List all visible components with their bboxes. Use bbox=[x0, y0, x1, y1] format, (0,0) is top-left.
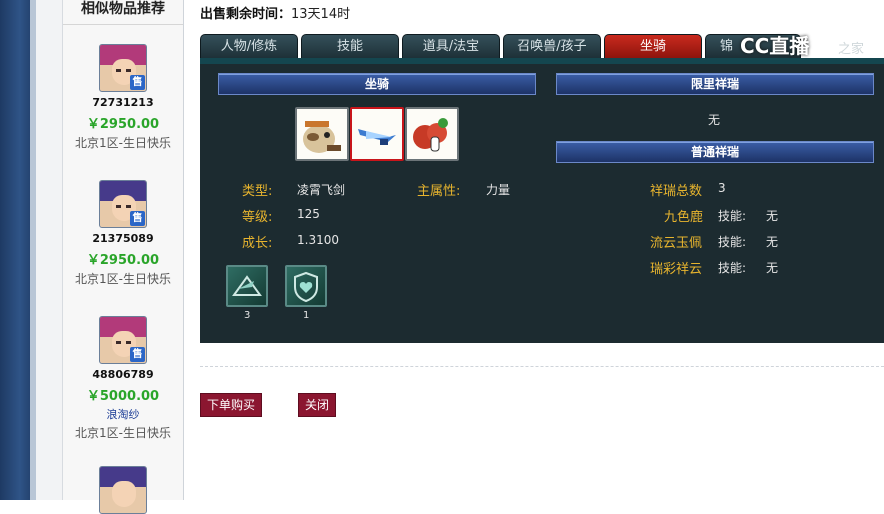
item-id: 72731213 bbox=[92, 96, 154, 109]
cc-live-watermark: CC直播 bbox=[740, 34, 810, 58]
list-item[interactable]: 售 21375089 ￥2950.00 北京1区-生日快乐 bbox=[63, 180, 183, 287]
sale-badge: 售 bbox=[130, 211, 145, 226]
item-price: ￥2950.00 bbox=[86, 253, 160, 268]
mount-slots bbox=[295, 107, 460, 161]
main-attr-label: 主属性: bbox=[417, 184, 461, 199]
type-label: 类型: bbox=[242, 184, 273, 199]
xiangrui-name: 九色鹿 bbox=[664, 210, 704, 225]
avatar[interactable]: 售 bbox=[99, 44, 147, 92]
sidebar-title: 相似物品推荐 bbox=[63, 0, 183, 25]
xiangrui-total-value: 3 bbox=[718, 181, 726, 195]
xiangrui-skill-value: 无 bbox=[766, 209, 779, 223]
skill-count: 1 bbox=[303, 310, 310, 321]
shield-arrow-icon bbox=[232, 275, 262, 296]
xiangrui-name: 瑞彩祥云 bbox=[650, 262, 703, 277]
item-note: 浪淘纱 bbox=[106, 408, 140, 421]
close-button[interactable]: 关闭 bbox=[298, 393, 337, 417]
xiangrui-skill-label: 技能: bbox=[718, 261, 747, 275]
level-value: 125 bbox=[297, 207, 320, 221]
divider bbox=[200, 366, 884, 367]
sell-time: 出售剩余时间：13天14时 bbox=[200, 3, 350, 22]
avatar[interactable]: 售 bbox=[99, 180, 147, 228]
watermark-suffix: 之家 bbox=[838, 42, 865, 57]
red-orb-icon bbox=[407, 109, 457, 159]
list-item[interactable]: 售 48806789 ￥5000.00 浪淘纱 北京1区-生日快乐 bbox=[63, 316, 183, 441]
limited-xiangrui-value: 无 bbox=[708, 113, 721, 127]
tab-summons[interactable]: 召唤兽/孩子 bbox=[503, 34, 601, 59]
main-attr-value: 力量 bbox=[486, 183, 511, 197]
mount-slot[interactable] bbox=[295, 107, 349, 161]
item-id: 48806789 bbox=[92, 368, 154, 381]
mount-skill-slot[interactable] bbox=[285, 265, 327, 307]
sale-badge: 售 bbox=[130, 347, 145, 362]
similar-items-sidebar: 相似物品推荐 售 72731213 ￥2950.00 北京1区-生日快乐 售 2… bbox=[63, 0, 184, 514]
sell-time-value: 13天14时 bbox=[291, 7, 351, 22]
tab-skills[interactable]: 技能 bbox=[301, 34, 399, 59]
normal-xiangrui-header: 普通祥瑞 bbox=[556, 141, 874, 163]
mount-skill-slot[interactable] bbox=[226, 265, 268, 307]
horse-mount-icon bbox=[297, 109, 347, 159]
xiangrui-skill-label: 技能: bbox=[718, 235, 747, 249]
item-price: ￥5000.00 bbox=[86, 389, 160, 404]
skill-count: 3 bbox=[244, 310, 251, 321]
type-value: 凌霄飞剑 bbox=[297, 183, 346, 197]
list-item[interactable] bbox=[63, 466, 183, 514]
mount-slot[interactable] bbox=[405, 107, 459, 161]
level-label: 等级: bbox=[242, 210, 273, 225]
sell-time-label: 出售剩余时间： bbox=[200, 7, 292, 22]
tab-mount[interactable]: 坐骑 bbox=[604, 34, 702, 59]
item-price: ￥2950.00 bbox=[86, 117, 160, 132]
avatar[interactable] bbox=[99, 466, 147, 514]
flying-sword-icon bbox=[352, 109, 402, 159]
xiangrui-skill-value: 无 bbox=[766, 235, 779, 249]
xiangrui-skill-label: 技能: bbox=[718, 209, 747, 223]
tab-character[interactable]: 人物/修炼 bbox=[200, 34, 298, 59]
limited-xiangrui-header: 限里祥瑞 bbox=[556, 73, 874, 95]
left-gap bbox=[36, 0, 63, 500]
avatar[interactable]: 售 bbox=[99, 316, 147, 364]
sale-badge: 售 bbox=[130, 75, 145, 90]
mount-section-header: 坐骑 bbox=[218, 73, 536, 95]
growth-value: 1.3100 bbox=[297, 233, 339, 247]
growth-label: 成长: bbox=[242, 236, 273, 251]
item-server: 北京1区-生日快乐 bbox=[75, 426, 171, 440]
item-server: 北京1区-生日快乐 bbox=[75, 272, 171, 286]
xiangrui-name: 流云玉佩 bbox=[650, 236, 703, 251]
xiangrui-skill-value: 无 bbox=[766, 261, 779, 275]
buy-button[interactable]: 下单购买 bbox=[200, 393, 263, 417]
mount-slot-selected[interactable] bbox=[350, 107, 404, 161]
mount-panel: 坐骑 限里祥瑞 类型: 凌霄飞剑 主属性: 力量 等级: 125 成长: 1.3… bbox=[200, 58, 884, 343]
item-server: 北京1区-生日快乐 bbox=[75, 136, 171, 150]
item-id: 21375089 bbox=[92, 232, 154, 245]
xiangrui-total-label: 祥瑞总数 bbox=[650, 184, 703, 199]
tab-items[interactable]: 道具/法宝 bbox=[402, 34, 500, 59]
heart-shield-icon bbox=[294, 271, 318, 303]
list-item[interactable]: 售 72731213 ￥2950.00 北京1区-生日快乐 bbox=[63, 44, 183, 151]
left-frame bbox=[0, 0, 36, 500]
